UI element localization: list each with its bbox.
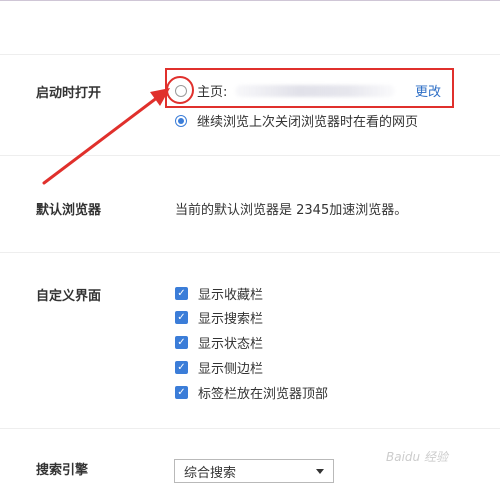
check-icon[interactable]: ✓ [175,386,188,399]
section-divider [0,428,500,429]
checkbox-row[interactable]: ✓ 显示搜索栏 [175,308,263,327]
checkbox-label: 显示侧边栏 [198,362,264,377]
section-divider [0,252,500,253]
watermark: Baidu 经验 [386,450,448,464]
search-engine-select[interactable]: 综合搜索 [174,459,334,483]
checkbox-row[interactable]: ✓ 显示状态栏 [175,333,263,352]
checkbox-row[interactable]: ✓ 显示收藏栏 [175,284,263,303]
checkbox-label: 显示搜索栏 [198,312,264,327]
chevron-down-icon [316,469,324,474]
check-icon[interactable]: ✓ [175,336,188,349]
search-engine-section-title: 搜索引擎 [36,463,89,478]
check-icon[interactable]: ✓ [175,311,188,324]
default-browser-status: 当前的默认浏览器是 2345加速浏览器。 [175,203,408,218]
continue-radio[interactable] [175,114,187,127]
top-divider [0,0,500,1]
startup-section-title: 启动时打开 [36,86,102,101]
checkbox-label: 显示收藏栏 [198,288,264,303]
checkbox-row[interactable]: ✓ 标签栏放在浏览器顶部 [175,383,328,402]
default-browser-section-title: 默认浏览器 [36,203,102,218]
annotation-arrow-line [42,95,160,185]
section-divider [0,155,500,156]
check-icon[interactable]: ✓ [175,361,188,374]
continue-label: 继续浏览上次关闭浏览器时在看的网页 [197,115,419,130]
continue-option[interactable]: 继续浏览上次关闭浏览器时在看的网页 [175,111,418,130]
check-icon[interactable]: ✓ [175,287,188,300]
checkbox-label: 标签栏放在浏览器顶部 [198,387,329,402]
annotation-highlight-box [165,68,454,108]
section-divider [0,54,500,55]
customize-section-title: 自定义界面 [36,289,102,304]
checkbox-row[interactable]: ✓ 显示侧边栏 [175,358,263,377]
checkbox-label: 显示状态栏 [198,337,264,352]
search-engine-selected: 综合搜索 [184,465,237,481]
